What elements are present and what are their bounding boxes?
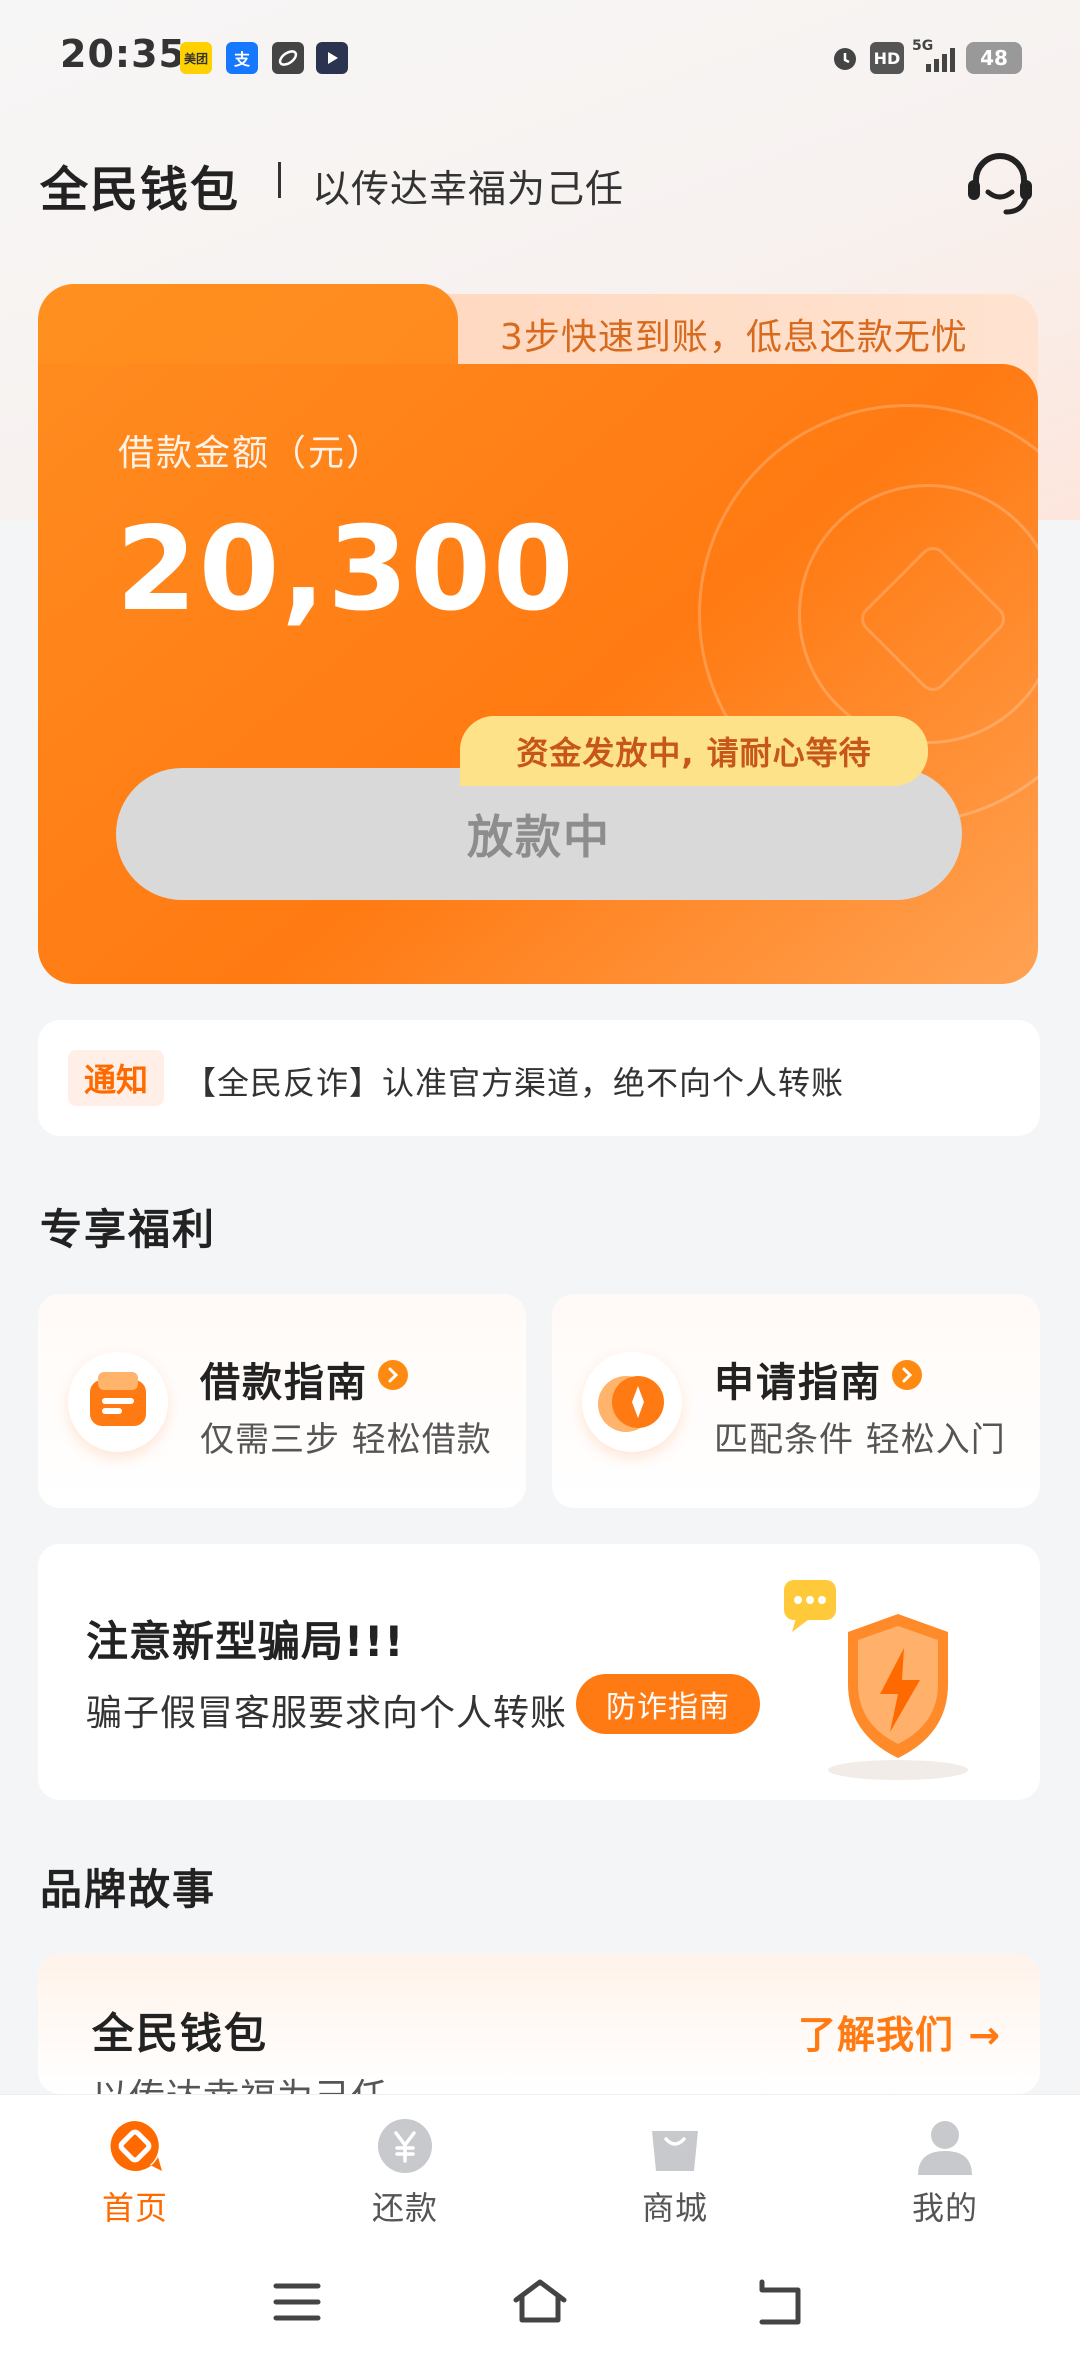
status-bar: 20:35 美团 支 HD 5G 48 — [0, 0, 1080, 110]
headset-icon — [968, 153, 1032, 215]
chevron-right-icon — [892, 1360, 922, 1390]
loan-card: 3步快速到账，低息还款无忧 借款金额（元） 20,300 资金发放中, 请耐心等… — [38, 284, 1038, 984]
apply-guide-subtitle: 匹配条件 轻松入门 — [714, 1420, 1006, 1460]
alipay-icon: 支 — [226, 42, 258, 74]
user-icon — [916, 2117, 974, 2175]
bottom-tab-bar: 首页 还款 商城 我的 — [0, 2094, 1080, 2236]
card-slogan: 3步快速到账，低息还款无忧 — [500, 317, 968, 358]
loan-guide-icon — [68, 1352, 168, 1452]
home-icon — [106, 2117, 164, 2175]
media-icon — [316, 42, 348, 74]
customer-service-button[interactable] — [962, 150, 1038, 220]
tab-label-home: 首页 — [101, 2189, 168, 2227]
apply-guide-card[interactable]: 申请指南 匹配条件 轻松入门 — [552, 1294, 1040, 1508]
tab-mine[interactable]: 我的 — [810, 2095, 1080, 2237]
yuan-icon — [376, 2117, 434, 2175]
shopping-bag-icon — [646, 2117, 704, 2175]
disbursement-tip: 资金发放中, 请耐心等待 — [460, 716, 928, 786]
loan-guide-subtitle: 仅需三步 轻松借款 — [200, 1420, 492, 1460]
scam-warning-subtitle: 骗子假冒客服要求向个人转账 — [86, 1693, 568, 1734]
apply-guide-title: 申请指南 — [714, 1360, 882, 1406]
brand-slogan: 以传达幸福为己任 — [312, 167, 625, 211]
tab-repay[interactable]: 还款 — [270, 2095, 540, 2237]
notice-text: 【全民反诈】认准官方渠道，绝不向个人转账 — [184, 1064, 845, 1102]
alarm-icon — [828, 42, 862, 74]
tab-home[interactable]: 首页 — [0, 2095, 270, 2237]
disbursing-status-button[interactable]: 放款中 — [116, 768, 962, 900]
loan-amount: 20,300 — [116, 502, 576, 637]
app-icon — [272, 42, 304, 74]
brand-story-section-title: 品牌故事 — [40, 1865, 217, 1914]
about-us-link[interactable]: 了解我们 → — [798, 2004, 1001, 2059]
scam-warning-card: 注意新型骗局!!! 骗子假冒客服要求向个人转账 防诈指南 — [38, 1544, 1040, 1800]
network-type: 5G — [912, 38, 934, 54]
hd-icon: HD — [870, 42, 904, 74]
tab-label-mall: 商城 — [641, 2189, 708, 2227]
tab-label-mine: 我的 — [911, 2189, 978, 2227]
signal-icon: 5G — [912, 38, 960, 74]
brand-story-subtitle: 以传达幸福为己任 — [92, 2068, 388, 2094]
brand-story-card[interactable]: 全民钱包 以传达幸福为己任 了解我们 → — [38, 1954, 1040, 2094]
loan-guide-card[interactable]: 借款指南 仅需三步 轻松借款 — [38, 1294, 526, 1508]
home-nav-icon[interactable] — [510, 2276, 570, 2326]
meituan-icon: 美团 — [180, 42, 212, 74]
system-navigation-bar — [0, 2236, 1080, 2376]
brand-title: 全民钱包 — [40, 162, 241, 218]
tab-mall[interactable]: 商城 — [540, 2095, 810, 2237]
apply-guide-icon — [582, 1352, 682, 1452]
brand-divider — [278, 162, 281, 198]
chevron-right-icon — [378, 1360, 408, 1390]
tab-label-repay: 还款 — [371, 2189, 438, 2227]
back-icon[interactable] — [752, 2278, 806, 2326]
loan-guide-title: 借款指南 — [200, 1360, 368, 1406]
status-time: 20:35 — [60, 32, 186, 76]
battery-level: 48 — [980, 46, 1008, 70]
anti-fraud-guide-button[interactable]: 防诈指南 — [576, 1674, 760, 1734]
scam-warning-title: 注意新型骗局!!! — [86, 1617, 405, 1666]
brand-story-title: 全民钱包 — [92, 2009, 269, 2058]
battery-icon: 48 — [966, 42, 1022, 74]
notice-tag: 通知 — [68, 1050, 164, 1106]
shield-icon — [778, 1574, 998, 1784]
benefits-section-title: 专享福利 — [40, 1205, 217, 1254]
notice-bar[interactable]: 通知 【全民反诈】认准官方渠道，绝不向个人转账 — [38, 1020, 1040, 1136]
menu-icon[interactable] — [272, 2280, 322, 2324]
amount-label: 借款金额（元） — [118, 433, 385, 474]
